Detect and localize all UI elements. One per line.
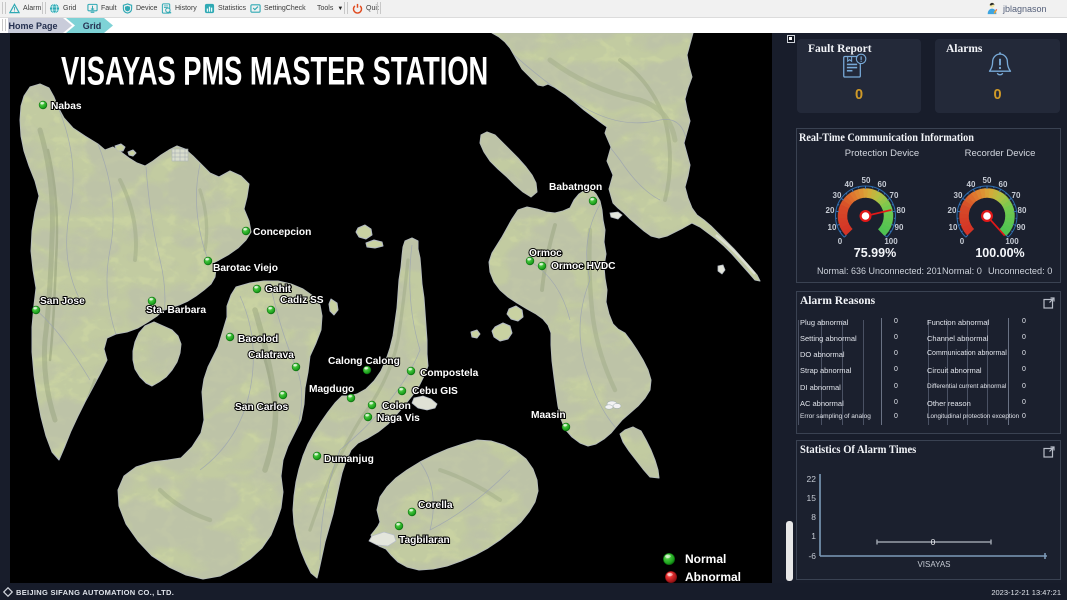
svg-text:Magdugo: Magdugo <box>309 384 354 395</box>
svg-text:90: 90 <box>895 223 904 232</box>
svg-text:Bacolod: Bacolod <box>238 334 278 345</box>
svg-text:Grid: Grid <box>83 21 102 31</box>
svg-text:15: 15 <box>807 493 817 503</box>
svg-text:Babatngon: Babatngon <box>549 182 602 193</box>
svg-text:0: 0 <box>931 537 936 547</box>
svg-text:Normal: Normal <box>685 552 726 566</box>
svg-text:40: 40 <box>967 180 976 189</box>
svg-text:Cadiz SS: Cadiz SS <box>280 295 324 306</box>
svg-text:30: 30 <box>833 191 842 200</box>
svg-text:1: 1 <box>811 531 816 541</box>
svg-text:Home Page: Home Page <box>8 21 57 31</box>
svg-text:Calong Calong: Calong Calong <box>328 356 400 367</box>
svg-text:Nabas: Nabas <box>51 101 82 112</box>
svg-text:30: 30 <box>954 191 963 200</box>
svg-text:20: 20 <box>826 206 835 215</box>
svg-text:0: 0 <box>838 237 843 246</box>
svg-text:20: 20 <box>948 206 957 215</box>
svg-text:VISAYAS PMS MASTER STATION: VISAYAS PMS MASTER STATION <box>61 49 488 93</box>
svg-text:Sta. Barbara: Sta. Barbara <box>146 305 206 316</box>
svg-text:Ormoc HVDC: Ormoc HVDC <box>551 261 616 272</box>
svg-text:Cebu GIS: Cebu GIS <box>412 386 458 397</box>
svg-text:Gahit: Gahit <box>265 284 292 295</box>
svg-text:VISAYAS: VISAYAS <box>917 560 950 569</box>
svg-text:100: 100 <box>1005 237 1019 246</box>
svg-text:60: 60 <box>878 180 887 189</box>
svg-text:70: 70 <box>890 191 899 200</box>
svg-text:10: 10 <box>828 223 837 232</box>
svg-text:10: 10 <box>949 223 958 232</box>
svg-text:70: 70 <box>1012 191 1021 200</box>
svg-text:Tagbilaran: Tagbilaran <box>399 535 450 546</box>
svg-text:San Jose: San Jose <box>40 296 85 307</box>
svg-text:80: 80 <box>897 206 906 215</box>
svg-text:8: 8 <box>811 512 816 522</box>
svg-text:-6: -6 <box>808 551 816 561</box>
svg-text:Colon: Colon <box>382 401 411 412</box>
svg-text:60: 60 <box>999 180 1008 189</box>
svg-text:50: 50 <box>862 176 871 185</box>
svg-text:Ormoc: Ormoc <box>529 248 562 259</box>
svg-text:Dumanjug: Dumanjug <box>324 454 374 465</box>
svg-text:80: 80 <box>1018 206 1027 215</box>
svg-text:40: 40 <box>845 180 854 189</box>
svg-text:Calatrava: Calatrava <box>248 350 294 361</box>
svg-text:Maasin: Maasin <box>531 410 566 421</box>
svg-text:50: 50 <box>983 176 992 185</box>
svg-text:Barotac Viejo: Barotac Viejo <box>213 263 278 274</box>
svg-text:Corella: Corella <box>418 500 453 511</box>
svg-text:100: 100 <box>884 237 898 246</box>
svg-text:Concepcion: Concepcion <box>253 227 311 238</box>
svg-text:Abnormal: Abnormal <box>685 570 741 583</box>
svg-text:90: 90 <box>1017 223 1026 232</box>
svg-text:Compostela: Compostela <box>420 368 479 379</box>
svg-text:Naga Vis: Naga Vis <box>377 413 420 424</box>
svg-text:22: 22 <box>807 474 817 484</box>
svg-text:0: 0 <box>960 237 965 246</box>
svg-text:San Carlos: San Carlos <box>235 402 289 413</box>
